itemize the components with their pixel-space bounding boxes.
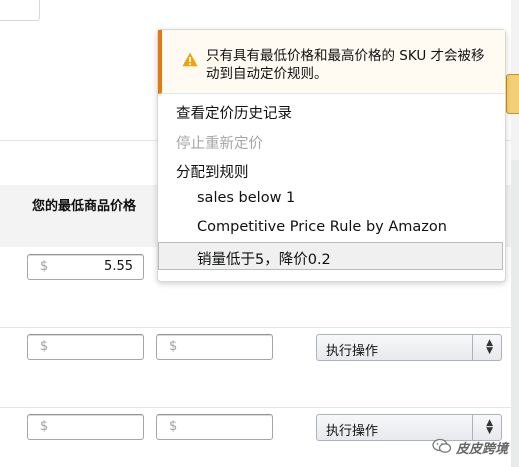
primary-action-button-partial[interactable] [506, 74, 519, 114]
menu-rule-competitive-price[interactable]: Competitive Price Rule by Amazon [197, 219, 447, 235]
action-dropdown-label: 执行操作 [326, 344, 379, 359]
chevron-up-down-icon: ▲ ▼ [486, 338, 493, 356]
currency-symbol: $ [169, 419, 178, 434]
max-price-input[interactable]: $ [156, 414, 273, 440]
min-price-input[interactable]: $ 5.55 [27, 254, 144, 280]
action-dropdown-label: 执行操作 [326, 424, 379, 439]
warning-alert: 只有具有最低价格和最高价格的 SKU 才会被移动到自动定价规则。 [158, 30, 505, 94]
watermark-text: 皮皮跨境 [456, 442, 509, 457]
price-input-partial[interactable] [0, 0, 40, 21]
currency-symbol: $ [169, 339, 178, 354]
warning-text: 只有具有最低价格和最高价格的 SKU 才会被移动到自动定价规则。 [206, 48, 485, 82]
row-divider [0, 327, 511, 328]
menu-item-stop-repricing: 停止重新定价 [176, 136, 263, 152]
chevron-up-down-icon: ▲ ▼ [486, 418, 493, 436]
min-price-input[interactable]: $ [27, 334, 144, 360]
menu-rule-sales-below-1[interactable]: sales below 1 [197, 190, 295, 206]
min-price-value: 5.55 [104, 259, 133, 274]
row-divider [0, 407, 511, 408]
action-dropdown[interactable]: 执行操作 ▲ ▼ [316, 334, 502, 361]
menu-rule-sales-below-5: 销量低于5，降价0.2 [197, 252, 331, 268]
currency-symbol: $ [40, 339, 49, 354]
menu-rule-highlighted[interactable]: 销量低于5，降价0.2 [158, 242, 503, 270]
menu-item-view-price-history[interactable]: 查看定价历史记录 [176, 102, 292, 123]
min-price-input[interactable]: $ [27, 414, 144, 440]
scrollbar[interactable] [511, 0, 519, 467]
currency-symbol: $ [40, 259, 49, 274]
menu-item-assign-to-rule: 分配到规则 [176, 165, 249, 181]
max-price-input[interactable]: $ [156, 334, 273, 360]
wechat-icon [432, 438, 452, 453]
warning-icon [182, 52, 198, 67]
watermark: 皮皮跨境 [432, 436, 512, 458]
currency-symbol: $ [40, 419, 49, 434]
column-header-min-price: 您的最低商品价格 [31, 199, 136, 214]
action-menu-popover: 只有具有最低价格和最高价格的 SKU 才会被移动到自动定价规则。 查看定价历史记… [157, 29, 506, 282]
